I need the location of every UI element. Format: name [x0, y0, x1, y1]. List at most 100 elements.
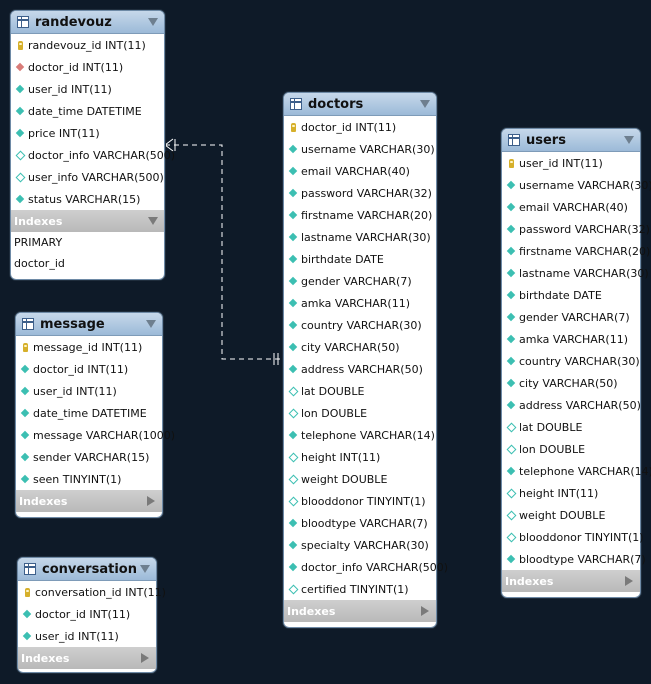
column-label: date_time DATETIME: [28, 104, 142, 118]
expand-triangle-icon[interactable]: [141, 653, 149, 663]
collapse-triangle-icon[interactable]: [624, 136, 634, 144]
column-row[interactable]: birthdate DATE: [284, 248, 436, 270]
column-row[interactable]: user_id INT(11): [11, 78, 164, 100]
indexes-section[interactable]: Indexes: [284, 600, 436, 622]
column-row[interactable]: message_id INT(11): [16, 336, 162, 358]
column-row[interactable]: password VARCHAR(32): [502, 218, 650, 240]
table-header[interactable]: users: [502, 129, 640, 152]
column-row[interactable]: gender VARCHAR(7): [502, 306, 640, 328]
column-row[interactable]: weight DOUBLE: [502, 504, 640, 526]
column-row[interactable]: doctor_id INT(11): [284, 116, 436, 138]
column-row[interactable]: height INT(11): [284, 446, 436, 468]
table-randevouz[interactable]: randevouz randevouz_id INT(11) doctor_id …: [10, 10, 175, 280]
column-diamond-icon: [287, 562, 299, 572]
table-doctors[interactable]: doctors doctor_id INT(11) username VARCHA…: [283, 92, 448, 628]
column-row[interactable]: password VARCHAR(32): [284, 182, 436, 204]
column-row[interactable]: price INT(11): [11, 122, 164, 144]
column-row[interactable]: address VARCHAR(50): [502, 394, 641, 416]
column-row[interactable]: country VARCHAR(30): [502, 350, 640, 372]
collapse-triangle-icon[interactable]: [148, 18, 158, 26]
column-row[interactable]: certified TINYINT(1): [284, 578, 436, 600]
column-row[interactable]: user_id INT(11): [502, 152, 640, 174]
expand-triangle-icon[interactable]: [625, 576, 633, 586]
column-row[interactable]: bloodtype VARCHAR(7): [284, 512, 436, 534]
column-row[interactable]: seen TINYINT(1): [16, 468, 162, 490]
column-row[interactable]: gender VARCHAR(7): [284, 270, 436, 292]
column-row[interactable]: lon DOUBLE: [502, 438, 640, 460]
collapse-triangle-icon[interactable]: [148, 217, 158, 225]
column-label: price INT(11): [28, 126, 100, 140]
column-label: doctor_id INT(11): [33, 362, 129, 376]
column-row[interactable]: bloodtype VARCHAR(7): [502, 548, 646, 570]
column-row[interactable]: doctor_id INT(11): [11, 56, 164, 78]
column-row[interactable]: lastname VARCHAR(30): [502, 262, 649, 284]
table-icon: [17, 16, 29, 28]
table-header[interactable]: randevouz: [11, 11, 164, 34]
column-row[interactable]: doctor_id INT(11): [18, 603, 156, 625]
indexes-section[interactable]: Indexes: [16, 490, 162, 512]
collapse-triangle-icon[interactable]: [420, 100, 430, 108]
table-users[interactable]: users user_id INT(11) username VARCHAR(30…: [501, 128, 651, 598]
column-row[interactable]: doctor_info VARCHAR(500): [11, 144, 175, 166]
column-row[interactable]: telephone VARCHAR(14): [284, 424, 436, 446]
column-row[interactable]: doctor_info VARCHAR(500): [284, 556, 448, 578]
collapse-triangle-icon[interactable]: [140, 565, 150, 573]
column-row[interactable]: blooddonor TINYINT(1): [284, 490, 436, 512]
column-row[interactable]: email VARCHAR(40): [284, 160, 436, 182]
column-label: lastname VARCHAR(30): [519, 266, 649, 280]
column-row[interactable]: lat DOUBLE: [502, 416, 640, 438]
column-row[interactable]: date_time DATETIME: [11, 100, 164, 122]
column-row[interactable]: user_id INT(11): [18, 625, 156, 647]
column-row[interactable]: amka VARCHAR(11): [502, 328, 640, 350]
column-list: conversation_id INT(11) doctor_id INT(11)…: [18, 581, 166, 647]
column-row[interactable]: username VARCHAR(30): [284, 138, 436, 160]
column-label: randevouz_id INT(11): [28, 38, 146, 52]
nullable-diamond-icon: [505, 488, 517, 498]
table-header[interactable]: conversation: [18, 558, 156, 581]
column-row[interactable]: blooddonor TINYINT(1): [502, 526, 644, 548]
indexes-label: Indexes: [287, 604, 336, 618]
column-label: conversation_id INT(11): [35, 585, 166, 599]
column-row[interactable]: lastname VARCHAR(30): [284, 226, 436, 248]
column-row[interactable]: sender VARCHAR(15): [16, 446, 162, 468]
column-row[interactable]: city VARCHAR(50): [284, 336, 436, 358]
collapse-triangle-icon[interactable]: [146, 320, 156, 328]
column-row[interactable]: specialty VARCHAR(30): [284, 534, 436, 556]
column-row[interactable]: user_id INT(11): [16, 380, 162, 402]
column-row[interactable]: address VARCHAR(50): [284, 358, 436, 380]
column-row[interactable]: message VARCHAR(1000): [16, 424, 175, 446]
table-message[interactable]: message message_id INT(11) doctor_id INT(…: [15, 312, 175, 518]
column-row[interactable]: conversation_id INT(11): [18, 581, 166, 603]
table-header[interactable]: doctors: [284, 93, 436, 116]
column-row[interactable]: amka VARCHAR(11): [284, 292, 436, 314]
expand-triangle-icon[interactable]: [421, 606, 429, 616]
indexes-section[interactable]: Indexes: [18, 647, 156, 669]
column-row[interactable]: email VARCHAR(40): [502, 196, 640, 218]
column-diamond-icon: [505, 268, 517, 278]
column-row[interactable]: username VARCHAR(30): [502, 174, 651, 196]
column-row[interactable]: doctor_id INT(11): [16, 358, 162, 380]
column-row[interactable]: date_time DATETIME: [16, 402, 162, 424]
column-diamond-icon: [287, 276, 299, 286]
column-row[interactable]: weight DOUBLE: [284, 468, 436, 490]
table-header[interactable]: message: [16, 313, 162, 336]
column-row[interactable]: birthdate DATE: [502, 284, 640, 306]
column-row[interactable]: user_info VARCHAR(500): [11, 166, 164, 188]
column-row[interactable]: city VARCHAR(50): [502, 372, 640, 394]
column-row[interactable]: randevouz_id INT(11): [11, 34, 164, 56]
column-row[interactable]: status VARCHAR(15): [11, 188, 164, 210]
column-row[interactable]: lat DOUBLE: [284, 380, 436, 402]
expand-triangle-icon[interactable]: [147, 496, 155, 506]
column-label: certified TINYINT(1): [301, 582, 409, 596]
table-icon: [24, 563, 36, 575]
column-row[interactable]: country VARCHAR(30): [284, 314, 436, 336]
column-row[interactable]: height INT(11): [502, 482, 640, 504]
column-row[interactable]: lon DOUBLE: [284, 402, 436, 424]
column-row[interactable]: telephone VARCHAR(14): [502, 460, 651, 482]
column-row[interactable]: firstname VARCHAR(20): [284, 204, 436, 226]
nullable-diamond-icon: [287, 584, 299, 594]
indexes-section[interactable]: Indexes: [11, 210, 164, 232]
indexes-section[interactable]: Indexes: [502, 570, 640, 592]
table-conversation[interactable]: conversation conversation_id INT(11) doct…: [17, 557, 166, 673]
column-row[interactable]: firstname VARCHAR(20): [502, 240, 650, 262]
